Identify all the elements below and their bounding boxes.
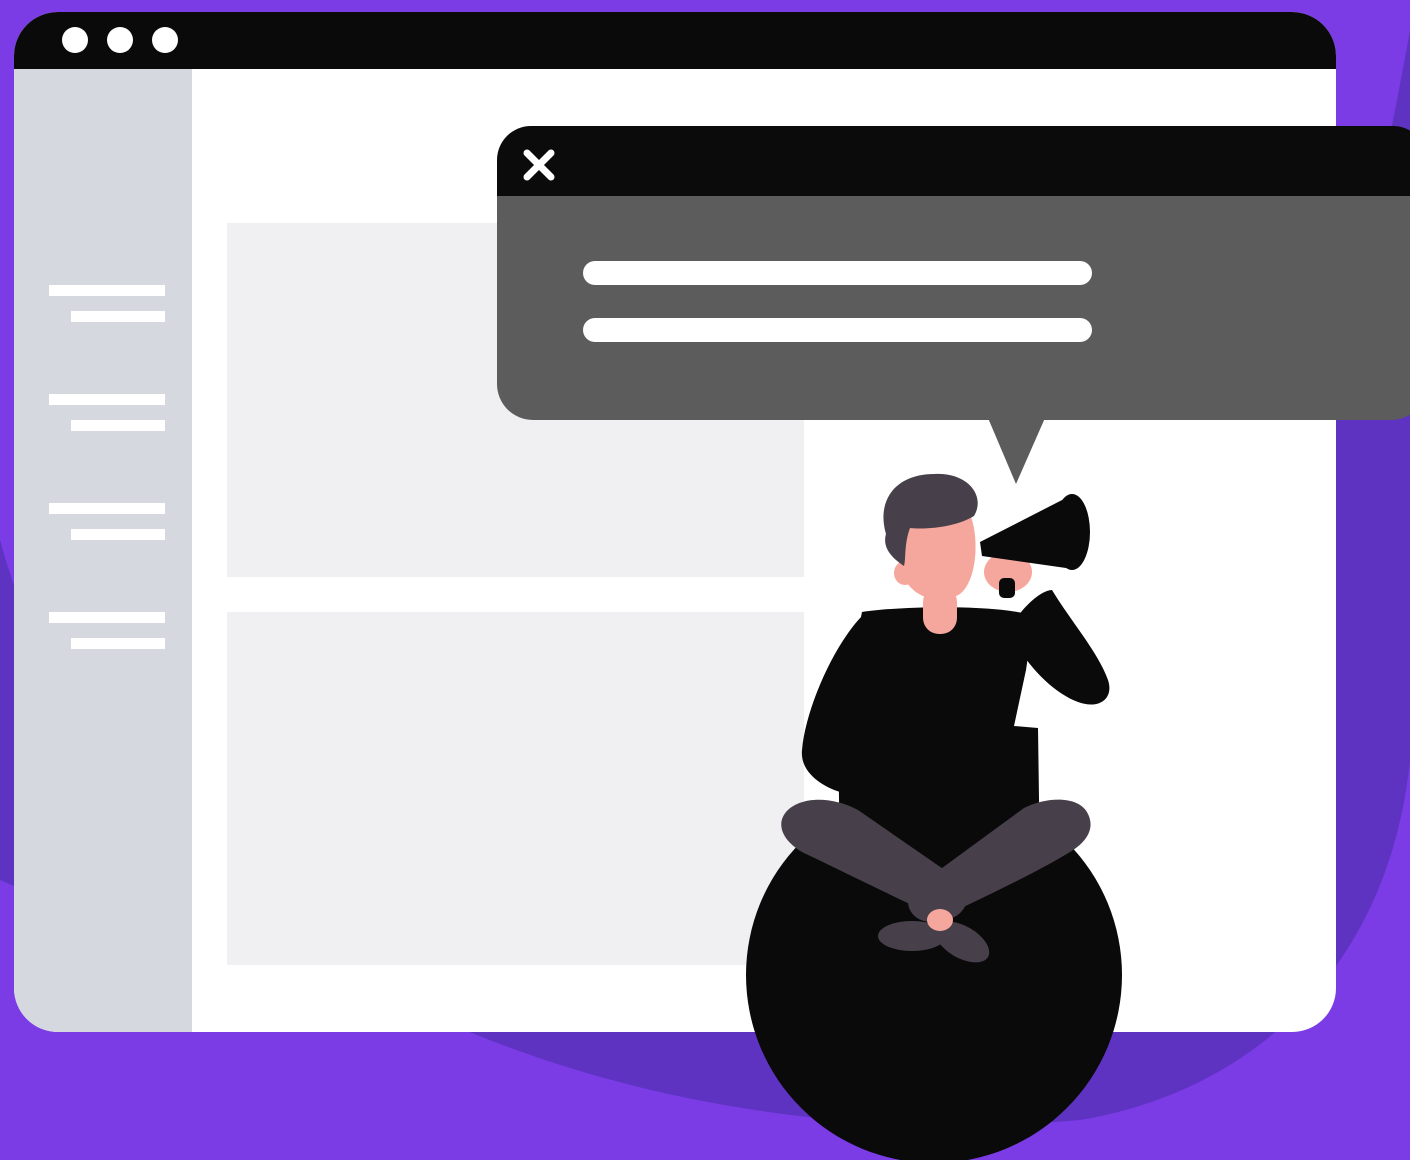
window-dot-icon[interactable] bbox=[152, 27, 178, 53]
popup-header bbox=[497, 126, 1410, 196]
sidebar-item-line bbox=[71, 529, 165, 540]
notification-popup bbox=[497, 126, 1410, 420]
close-button[interactable] bbox=[517, 143, 561, 187]
window-dot-icon[interactable] bbox=[62, 27, 88, 53]
sidebar-item-line bbox=[71, 638, 165, 649]
close-icon bbox=[523, 149, 555, 181]
text-placeholder bbox=[583, 261, 1092, 285]
sidebar-item-line bbox=[49, 503, 165, 514]
popup-body bbox=[497, 196, 1410, 420]
sidebar-item-line bbox=[49, 612, 165, 623]
sidebar-item-line bbox=[49, 394, 165, 405]
sidebar bbox=[14, 69, 192, 1032]
text-placeholder bbox=[583, 318, 1092, 342]
content-panel bbox=[227, 612, 804, 965]
sidebar-item-line bbox=[71, 311, 165, 322]
sidebar-item-line bbox=[49, 285, 165, 296]
window-dot-icon[interactable] bbox=[107, 27, 133, 53]
sidebar-item-line bbox=[71, 420, 165, 431]
window-titlebar bbox=[14, 12, 1336, 69]
